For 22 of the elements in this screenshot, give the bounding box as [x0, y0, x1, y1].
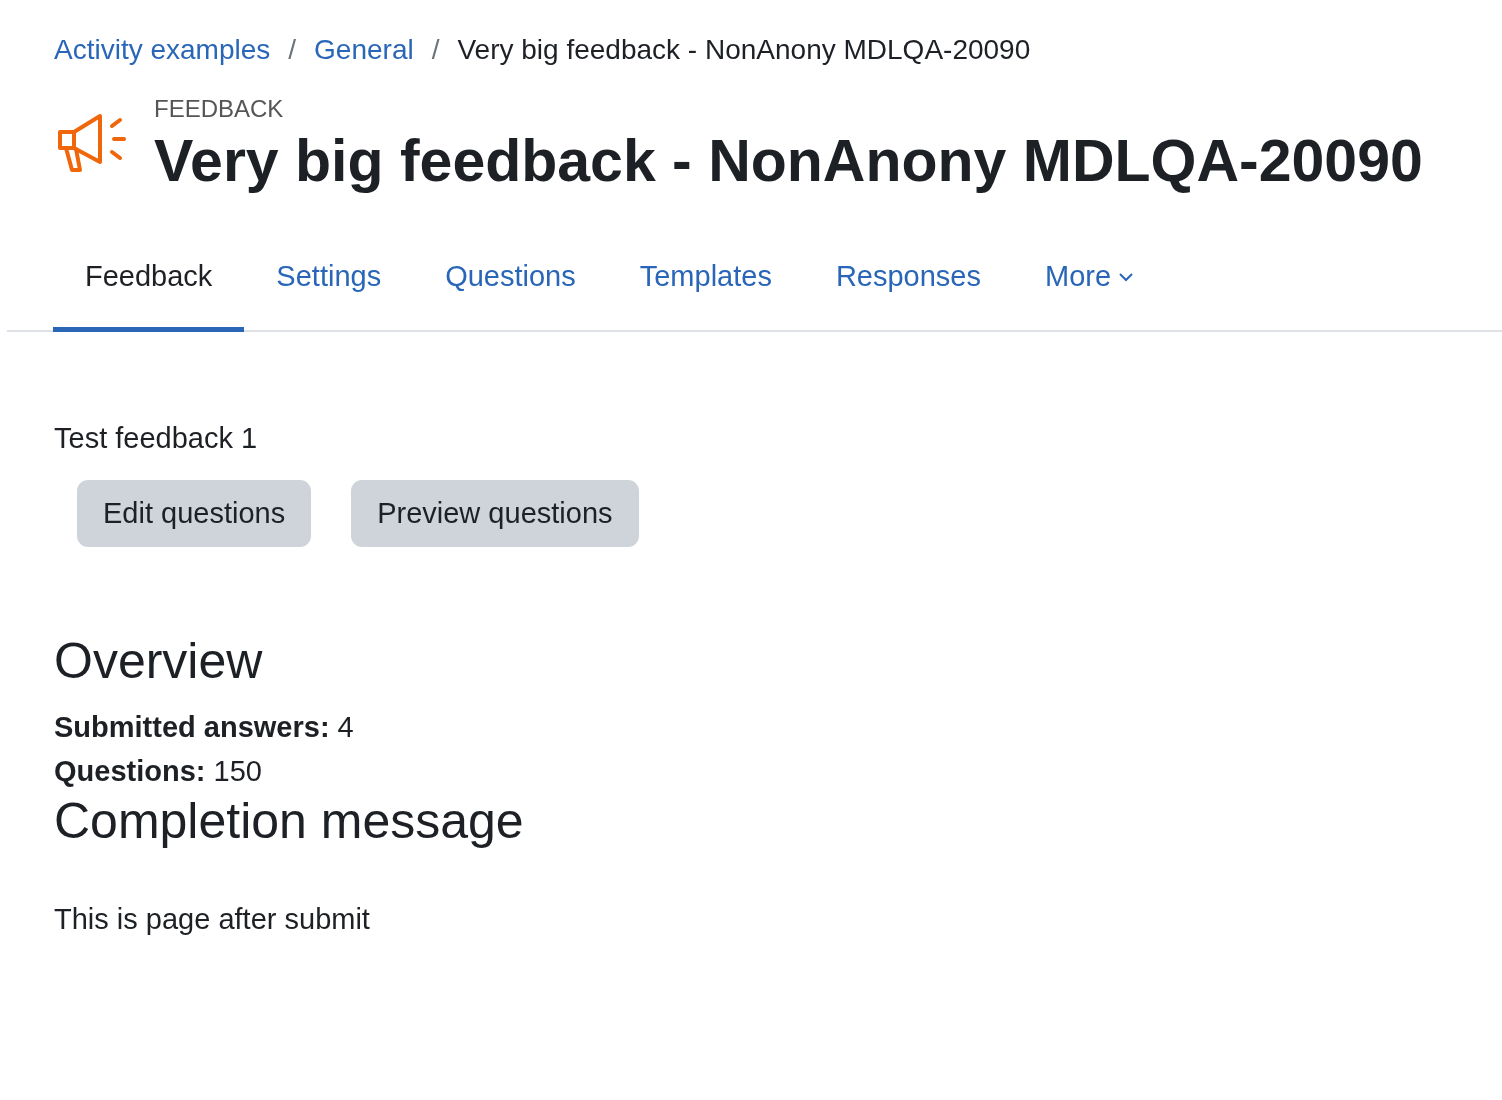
section-heading: Completion message	[54, 793, 525, 849]
stat-line: Questions: 150	[54, 754, 263, 789]
breadcrumb-separator: /	[431, 33, 440, 67]
caret-icon	[1119, 271, 1134, 282]
breadcrumb-current: Very big feedback - NonAnony MDLQA-20090	[457, 33, 1031, 67]
activity-type-label: FEEDBACK	[154, 94, 285, 124]
intro-text: Test feedback 1	[54, 421, 259, 456]
nav-tab[interactable]: Templates	[607, 234, 804, 332]
breadcrumb-link[interactable]: Activity examples	[54, 30, 271, 70]
completion-text: This is page after submit	[54, 903, 371, 936]
nav-tab[interactable]: Questions	[413, 234, 608, 332]
action-button[interactable]: Edit questions	[77, 480, 312, 547]
nav-tab[interactable]: Settings	[244, 234, 414, 332]
more-dropdown-tab[interactable]: More	[1013, 234, 1166, 332]
section-heading: Overview	[54, 633, 264, 689]
nav-tab[interactable]: Responses	[803, 234, 1013, 332]
stat-line: Submitted answers: 4	[54, 710, 355, 745]
nav-tab[interactable]: Feedback	[53, 234, 245, 332]
breadcrumb-separator: /	[288, 33, 297, 67]
action-button[interactable]: Preview questions	[351, 480, 639, 547]
breadcrumb-link[interactable]: General	[314, 30, 414, 70]
page-title: Very big feedback - NonAnony MDLQA-20090	[154, 127, 1423, 196]
